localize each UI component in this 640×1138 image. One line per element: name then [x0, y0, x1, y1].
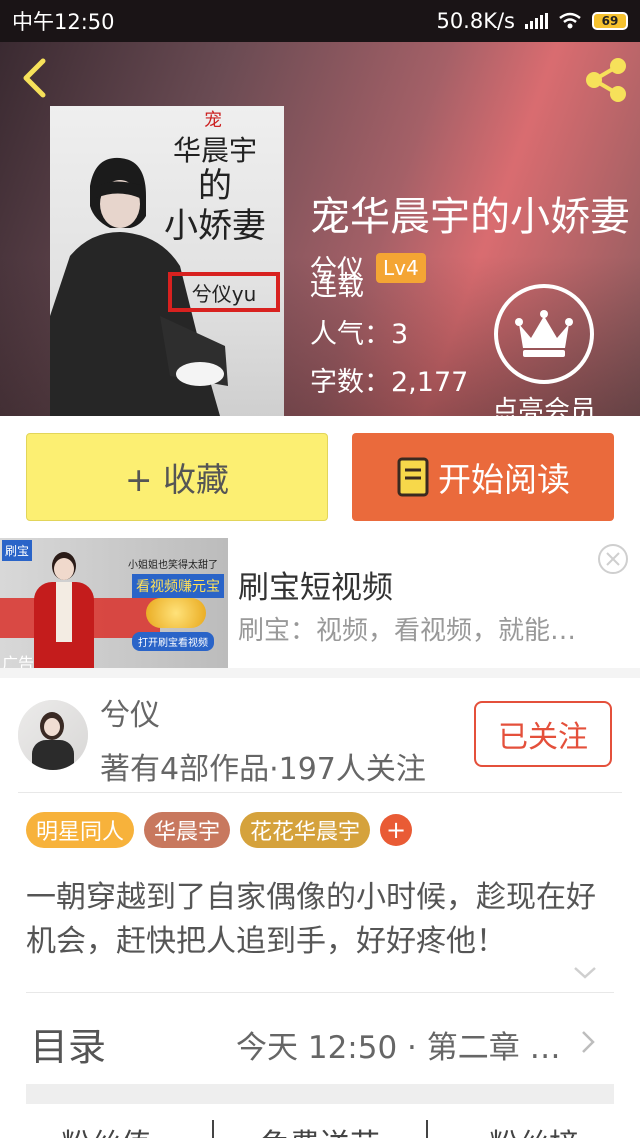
cover-title: 华晨宇 的 小娇妻 [150, 136, 280, 245]
ad-figure [28, 552, 100, 668]
section-divider [26, 1084, 614, 1104]
back-button[interactable] [14, 56, 54, 100]
chevron-down-icon[interactable] [572, 964, 598, 982]
bottom-tabs: 粉丝值 免费送花 粉丝榜 [0, 1120, 640, 1138]
book-cover[interactable]: 宠 华晨宇 的 小娇妻 兮仪yu [50, 106, 284, 416]
author-avatar[interactable] [18, 700, 88, 770]
favorite-button[interactable]: + 收藏 [26, 433, 328, 521]
cover-title-line1: 华晨宇 [172, 134, 257, 167]
tab-fan-value[interactable]: 粉丝值 [0, 1120, 214, 1138]
author-card-name[interactable]: 兮仪 [100, 690, 160, 734]
crown-icon [494, 284, 594, 384]
divider [26, 992, 614, 993]
book-header: 宠 华晨宇 的 小娇妻 兮仪yu 宠华晨宇的小娇妻 兮仪 Lv4 连载 人气：3… [0, 42, 640, 416]
cover-title-line2: 的 [198, 166, 232, 207]
follow-button[interactable]: 已关注 [474, 701, 612, 767]
tag-item[interactable]: 花花华晨宇 [240, 812, 371, 848]
book-word-count: 字数：2,177 [310, 367, 469, 398]
share-icon [586, 58, 626, 102]
start-reading-button[interactable]: 开始阅读 [352, 433, 614, 521]
ad-image-headline: 看视频赚元宝 [132, 574, 224, 598]
ad-banner[interactable]: 刷宝 小姐姐也笑得太甜了 看视频赚元宝 打开刷宝看视频 广告 刷宝短视频 刷宝：… [0, 538, 640, 668]
book-description: 一朝穿越到了自家偶像的小时候，趁现在好机会，赶快把人追到手，好好疼他！ [26, 880, 596, 959]
signal-icon [525, 13, 548, 29]
cover-author-tag: 兮仪yu [168, 272, 280, 312]
book-status: 连载 [310, 271, 364, 302]
ad-description: 刷宝：视频，看视频，就能赚钱 [238, 616, 578, 646]
vip-label: 点亮会员 [491, 396, 596, 416]
start-reading-label: 开始阅读 [438, 460, 570, 499]
ad-image-button: 打开刷宝看视频 [132, 632, 214, 651]
tag-item[interactable]: 明星同人 [26, 812, 135, 848]
share-button[interactable] [580, 54, 632, 106]
cover-title-line3: 小娇妻 [164, 206, 266, 247]
vip-button[interactable]: 点亮会员 [484, 284, 604, 416]
status-time: 中午12:50 [12, 10, 115, 34]
level-badge: Lv4 [376, 252, 426, 283]
tag-list: 明星同人 华晨宇 花花华晨宇 + [26, 812, 413, 848]
chevron-left-icon [23, 58, 46, 98]
ad-image-caption: 小姐姐也笑得太甜了 [128, 560, 218, 571]
ad-close-icon[interactable] [596, 542, 630, 576]
network-speed: 50.8K/s [436, 9, 515, 33]
toc-label[interactable]: 目录 [30, 1016, 106, 1071]
book-title: 宠华晨宇的小娇妻 [310, 194, 630, 240]
section-divider [0, 668, 640, 678]
toc-latest-chapter[interactable]: 今天 12:50 · 第二章 初遇 [236, 1022, 566, 1067]
status-bar: 中午12:50 50.8K/s 69 [0, 0, 640, 42]
add-tag-button[interactable]: + [380, 814, 413, 846]
wifi-icon [559, 12, 581, 29]
tab-free-flowers[interactable]: 免费送花 [214, 1120, 428, 1138]
cover-top-text: 宠 [204, 110, 222, 131]
ad-label: 广告 [2, 654, 35, 668]
divider [18, 792, 622, 793]
ad-image[interactable]: 刷宝 小姐姐也笑得太甜了 看视频赚元宝 打开刷宝看视频 广告 [0, 538, 228, 668]
author-stats: 著有4部作品·197人关注 [100, 752, 426, 787]
book-popularity: 人气：3 [310, 319, 409, 350]
coin-icon [146, 598, 206, 628]
ad-title: 刷宝短视频 [238, 570, 393, 606]
book-icon [397, 457, 429, 497]
tag-item[interactable]: 华晨宇 [144, 812, 231, 848]
chevron-right-icon[interactable] [580, 1030, 596, 1054]
battery-icon: 69 [592, 12, 628, 30]
tab-fan-ranking[interactable]: 粉丝榜 [428, 1120, 640, 1138]
